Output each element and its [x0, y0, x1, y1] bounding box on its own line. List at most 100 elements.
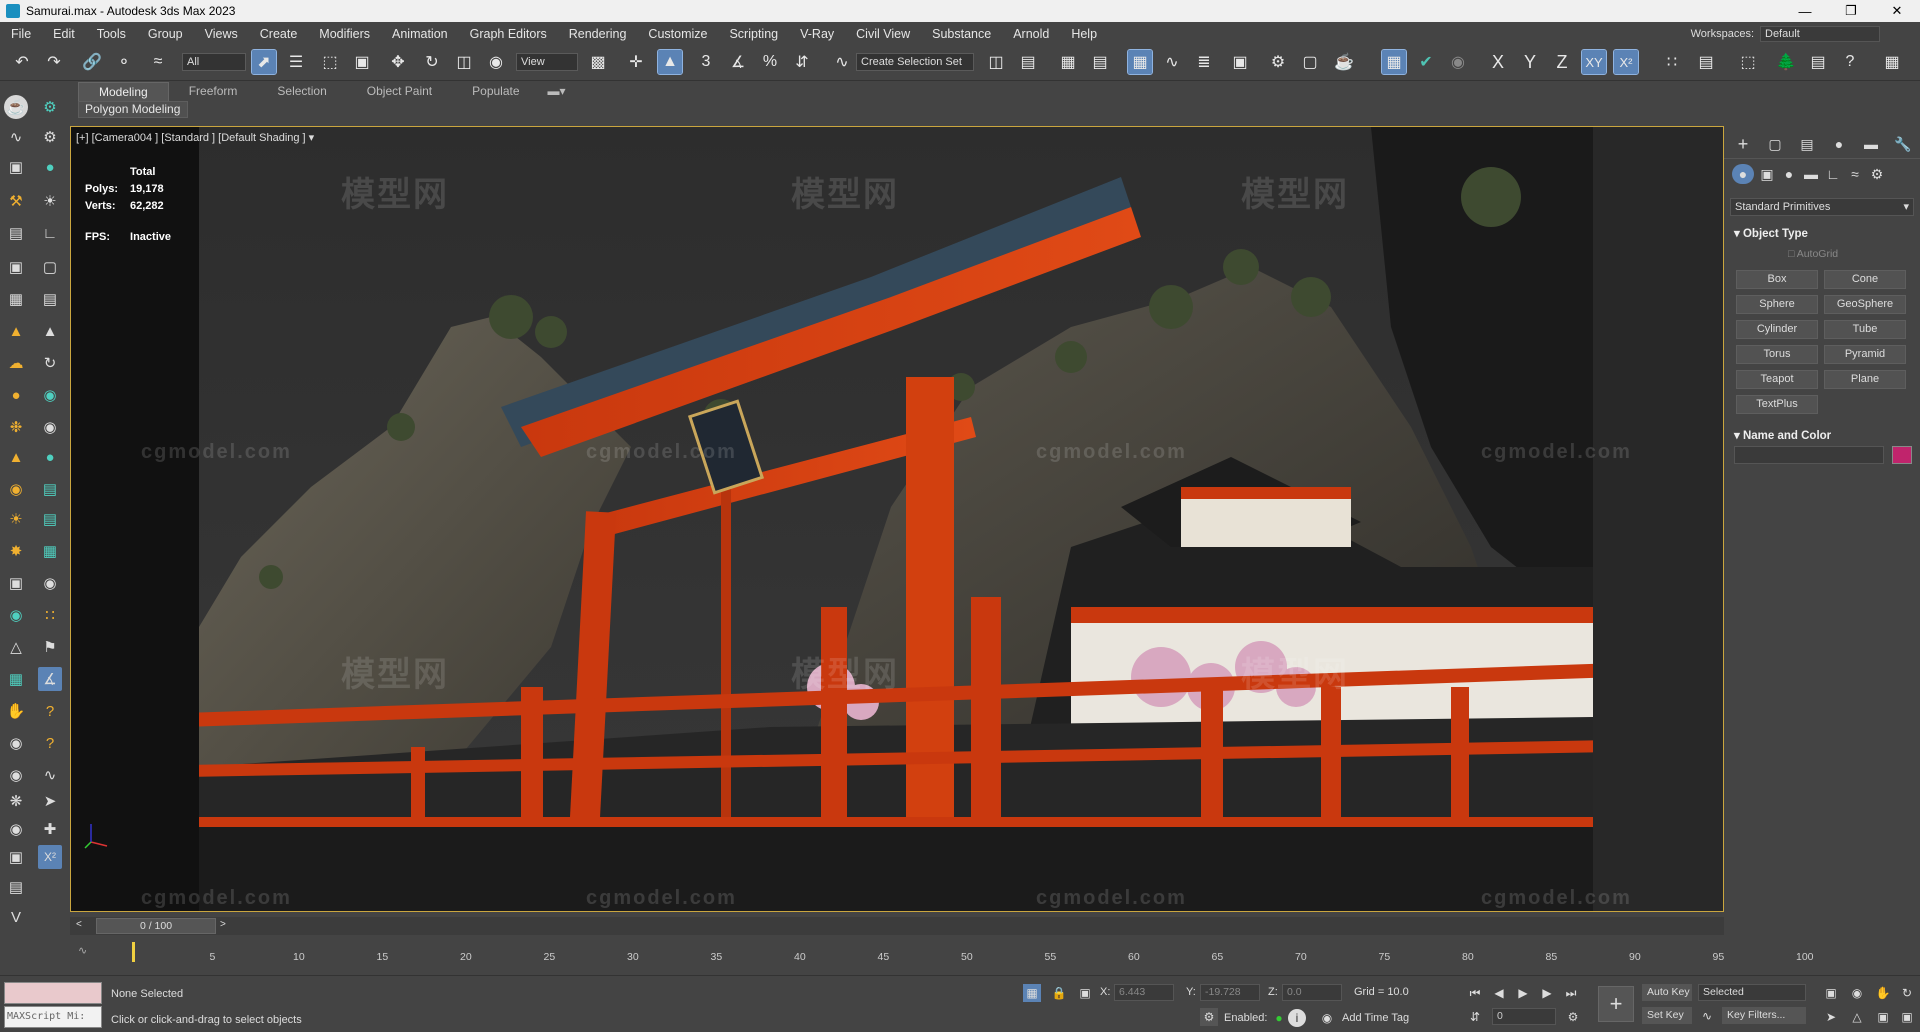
textplus-button[interactable]: TextPlus [1736, 395, 1818, 414]
maximize-viewport-icon[interactable]: ▣ [1898, 1008, 1916, 1026]
cube-icon[interactable]: ▣ [4, 571, 28, 595]
tracker-icon[interactable]: ⚙ [38, 125, 62, 149]
spline-icon[interactable]: ∿ [38, 763, 62, 787]
ruler-icon[interactable]: ∟ [38, 221, 62, 245]
atom-icon[interactable]: ❉ [4, 415, 28, 439]
unlink-icon[interactable]: ⚬ [112, 50, 136, 74]
menu-scripting[interactable]: Scripting [718, 27, 789, 41]
object-type-rollout[interactable]: ▾ Object Type [1734, 226, 1808, 240]
box-icon[interactable]: ▣ [4, 155, 28, 179]
play-icon[interactable]: ▶ [1514, 984, 1532, 1002]
gauge-icon[interactable]: ◉ [4, 731, 28, 755]
menu-rendering[interactable]: Rendering [558, 27, 638, 41]
viewport-label-text[interactable]: [+] [Camera004 ] [Standard ] [Default Sh… [76, 132, 306, 144]
goto-end-icon[interactable]: ⏭ [1562, 984, 1580, 1002]
tab-selection[interactable]: Selection [257, 82, 346, 101]
undo-icon[interactable]: ↶ [10, 50, 34, 74]
axis-x-button[interactable]: X [1486, 50, 1510, 74]
pivot-center-icon[interactable]: ▩ [586, 50, 610, 74]
geosphere-button[interactable]: GeoSphere [1824, 295, 1906, 314]
orbit-icon[interactable]: ↻ [1898, 984, 1916, 1002]
name-and-color-title[interactable]: Name and Color [1743, 430, 1831, 442]
question-icon[interactable]: ? [38, 699, 62, 723]
pin-icon[interactable]: ⚑ [38, 635, 62, 659]
selection-lock-icon[interactable]: 🔒 [1050, 984, 1068, 1002]
pan-view-icon[interactable]: ✋ [1874, 984, 1892, 1002]
xy-toggle-icon[interactable]: X² [38, 845, 62, 869]
plane-button[interactable]: Plane [1824, 370, 1906, 389]
torus-button[interactable]: Torus [1736, 345, 1818, 364]
maxscript-mini-listener[interactable]: MAXScript Mi: [4, 1006, 102, 1028]
menu-help[interactable]: Help [1060, 27, 1108, 41]
object-color-swatch[interactable] [1892, 446, 1912, 464]
object-name-field[interactable] [1734, 446, 1884, 464]
snapshot-icon[interactable]: ▤ [1694, 50, 1718, 74]
tab-populate[interactable]: Populate [452, 82, 539, 101]
lamp-icon[interactable]: ▲ [4, 445, 28, 469]
layout-panel-icon[interactable]: ▤ [4, 875, 28, 899]
menu-group[interactable]: Group [137, 27, 194, 41]
curve-editor-icon[interactable]: ∿ [1160, 50, 1184, 74]
menu-create[interactable]: Create [249, 27, 309, 41]
teapot-icon[interactable]: ☕ [4, 95, 28, 119]
spin-icon[interactable]: ◉ [4, 763, 28, 787]
helpers-icon[interactable]: ∟ [1822, 164, 1844, 184]
workspace-dropdown[interactable]: Default [1760, 26, 1880, 42]
viewport-camera004[interactable]: [+] [Camera004 ] [Standard ] [Default Sh… [70, 126, 1724, 912]
z-coordinate-field[interactable]: 0.0 [1282, 984, 1342, 1001]
move-icon[interactable]: ✥ [386, 50, 410, 74]
figure-icon[interactable]: ▲ [38, 319, 62, 343]
star-icon[interactable]: ✸ [4, 539, 28, 563]
cone-button[interactable]: Cone [1824, 270, 1906, 289]
bowl-icon[interactable]: ◉ [38, 571, 62, 595]
rotate-icon[interactable]: ↻ [420, 50, 444, 74]
viewport-label[interactable]: [+] [Camera004 ] [Standard ] [Default Sh… [76, 131, 314, 144]
time-config-icon[interactable]: ⚙ [1564, 1008, 1582, 1026]
material-editor-icon[interactable]: ▣ [1228, 50, 1252, 74]
utilities-tab-icon[interactable]: 🔧 [1892, 134, 1914, 154]
globe-icon[interactable]: ◉ [4, 603, 28, 627]
object-icon[interactable]: ⚙ [38, 95, 62, 119]
sphere-map-icon[interactable]: ◉ [38, 383, 62, 407]
isolate-selection-icon[interactable]: ▦ [1023, 984, 1041, 1002]
book-icon[interactable]: ▤ [38, 287, 62, 311]
name-and-color-rollout[interactable]: ▾ Name and Color [1734, 428, 1831, 442]
panel-toggle-icon[interactable]: ▦ [1880, 50, 1904, 74]
render-check-icon[interactable]: ✔ [1414, 50, 1438, 74]
restore-icon[interactable]: ❐ [1828, 0, 1874, 22]
shader-ball-icon[interactable]: ◉ [38, 415, 62, 439]
next-frame-icon[interactable]: > [220, 919, 226, 930]
category-dropdown[interactable]: Standard Primitives ▾ [1730, 198, 1914, 216]
bulb-icon[interactable]: ● [38, 445, 62, 469]
add-time-tag[interactable]: Add Time Tag [1342, 1012, 1409, 1024]
mini-curve-editor-icon[interactable]: ∿ [78, 944, 87, 957]
menu-substance[interactable]: Substance [921, 27, 1002, 41]
zoom-region-icon[interactable]: ◉ [1848, 984, 1866, 1002]
align-icon[interactable]: ▤ [1016, 50, 1040, 74]
frame-icon[interactable]: ▢ [38, 255, 62, 279]
time-slider-thumb[interactable]: 0 / 100 [96, 918, 216, 934]
keyboard-shortcut-override-icon[interactable]: ▲ [657, 49, 683, 75]
key-mode-icon[interactable]: ⇵ [1466, 1008, 1484, 1026]
sun-icon[interactable]: ☀ [38, 189, 62, 213]
help-icon[interactable]: ? [1838, 50, 1862, 74]
menu-animation[interactable]: Animation [381, 27, 459, 41]
cameras-icon[interactable]: ▬ [1800, 164, 1822, 184]
hammer-icon[interactable]: ⚒ [4, 189, 28, 213]
film-icon[interactable]: ▤ [4, 221, 28, 245]
menu-arnold[interactable]: Arnold [1002, 27, 1060, 41]
scale-icon[interactable]: ◫ [452, 50, 476, 74]
dots-cluster-icon[interactable]: ❋ [4, 789, 28, 813]
time-tag-icon[interactable]: ◉ [1318, 1009, 1336, 1027]
redo-icon[interactable]: ↷ [42, 50, 66, 74]
prev-key-icon[interactable]: ◀ [1490, 984, 1508, 1002]
window-crossing-icon[interactable]: ▣ [350, 50, 374, 74]
close-icon[interactable]: ✕ [1874, 0, 1920, 22]
scene-explorer-icon[interactable]: ▦ [1056, 50, 1080, 74]
menu-civil-view[interactable]: Civil View [845, 27, 921, 41]
tools-list-icon[interactable]: ▤ [1806, 50, 1830, 74]
selection-filter-dropdown[interactable]: All [182, 53, 246, 71]
select-cursor-icon[interactable]: ➤ [1822, 1008, 1840, 1026]
create-tab-icon[interactable]: + [1732, 134, 1754, 154]
maxscript-listener-output[interactable] [4, 982, 102, 1004]
